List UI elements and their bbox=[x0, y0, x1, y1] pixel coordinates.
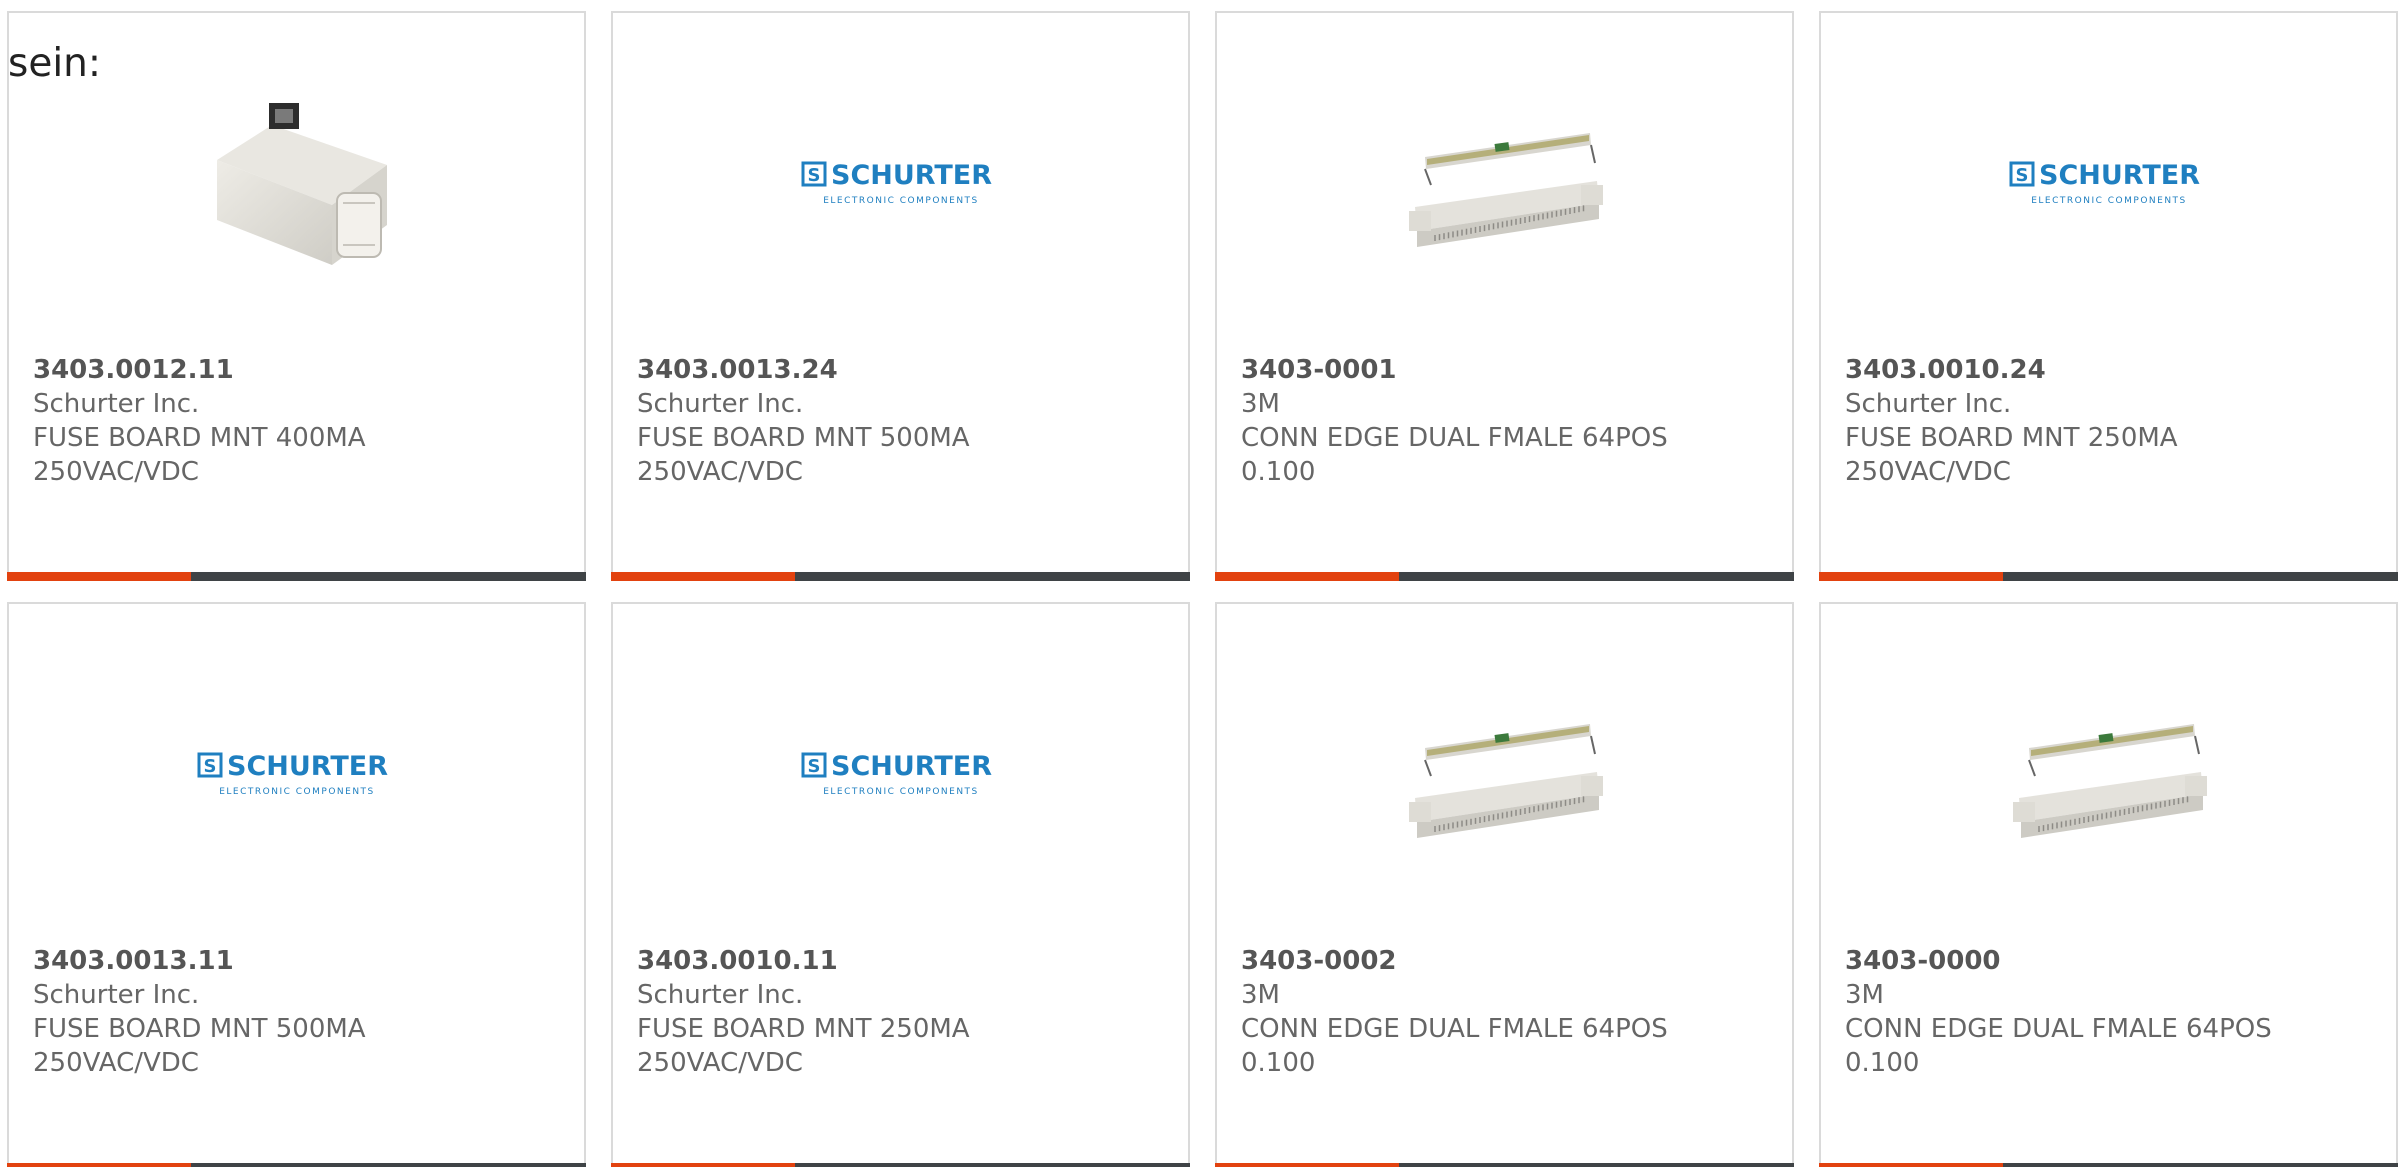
fuse-icon bbox=[216, 103, 387, 265]
connector-icon bbox=[1408, 724, 1603, 838]
description-line-2: 0.100 bbox=[1241, 1048, 1316, 1078]
manufacturer: 3M bbox=[1241, 980, 1280, 1010]
card-accent-segment bbox=[1215, 1163, 1399, 1167]
svg-text:S: S bbox=[203, 756, 216, 777]
manufacturer: Schurter Inc. bbox=[637, 980, 804, 1010]
product-results-page: sein: 3403.0012.11 Schurter Inc. FUSE BO… bbox=[0, 0, 2400, 1167]
schurter-logo-icon: S SCHURTER ELECTRONIC COMPONENTS bbox=[2009, 160, 2200, 206]
card-accent-segment bbox=[611, 572, 795, 581]
card-accent-segment bbox=[7, 1163, 191, 1167]
description-line-1: CONN EDGE DUAL FMALE 64POS bbox=[1845, 1014, 2272, 1044]
schurter-logo-icon: S SCHURTER ELECTRONIC COMPONENTS bbox=[801, 160, 992, 206]
manufacturer: Schurter Inc. bbox=[33, 980, 200, 1010]
part-number[interactable]: 3403-0000 bbox=[1845, 944, 2272, 978]
manufacturer: Schurter Inc. bbox=[1845, 389, 2012, 419]
product-image bbox=[197, 85, 397, 285]
description-line-1: CONN EDGE DUAL FMALE 64POS bbox=[1241, 423, 1668, 453]
part-number[interactable]: 3403.0012.11 bbox=[33, 353, 366, 387]
svg-text:ELECTRONIC COMPONENTS: ELECTRONIC COMPONENTS bbox=[823, 196, 979, 206]
svg-text:ELECTRONIC COMPONENTS: ELECTRONIC COMPONENTS bbox=[219, 787, 375, 797]
product-info: 3403.0012.11 Schurter Inc. FUSE BOARD MN… bbox=[33, 353, 366, 489]
card-accent-bar bbox=[1215, 1163, 1794, 1167]
description-line-2: 250VAC/VDC bbox=[33, 457, 199, 487]
product-image: S SCHURTER ELECTRONIC COMPONENTS bbox=[801, 676, 1001, 876]
description-line-2: 250VAC/VDC bbox=[637, 457, 803, 487]
product-image bbox=[1405, 676, 1605, 876]
card-accent-bar bbox=[7, 1163, 586, 1167]
svg-text:SCHURTER: SCHURTER bbox=[831, 751, 992, 782]
card-accent-bar bbox=[611, 1163, 1190, 1167]
card-accent-segment bbox=[1215, 572, 1399, 581]
connector-icon bbox=[2012, 724, 2207, 838]
svg-text:S: S bbox=[807, 756, 820, 777]
description-line-2: 0.100 bbox=[1845, 1048, 1920, 1078]
part-number[interactable]: 3403-0001 bbox=[1241, 353, 1668, 387]
svg-text:SCHURTER: SCHURTER bbox=[227, 751, 388, 782]
product-image: S SCHURTER ELECTRONIC COMPONENTS bbox=[801, 85, 1001, 285]
card-accent-bar bbox=[7, 572, 586, 581]
card-accent-bar bbox=[611, 572, 1190, 581]
product-card[interactable]: S SCHURTER ELECTRONIC COMPONENTS 3403.00… bbox=[7, 602, 586, 1167]
card-accent-segment bbox=[1819, 572, 2003, 581]
svg-text:SCHURTER: SCHURTER bbox=[2039, 160, 2200, 191]
manufacturer: 3M bbox=[1241, 389, 1280, 419]
product-card[interactable]: S SCHURTER ELECTRONIC COMPONENTS 3403.00… bbox=[611, 11, 1190, 581]
product-info: 3403-0000 3M CONN EDGE DUAL FMALE 64POS … bbox=[1845, 944, 2272, 1080]
product-card[interactable]: S SCHURTER ELECTRONIC COMPONENTS 3403.00… bbox=[1819, 11, 2398, 581]
description-line-2: 0.100 bbox=[1241, 457, 1316, 487]
svg-text:S: S bbox=[807, 165, 820, 186]
connector-icon bbox=[1408, 133, 1603, 247]
svg-text:SCHURTER: SCHURTER bbox=[831, 160, 992, 191]
product-card[interactable]: S SCHURTER ELECTRONIC COMPONENTS 3403.00… bbox=[611, 602, 1190, 1167]
product-image: S SCHURTER ELECTRONIC COMPONENTS bbox=[197, 676, 397, 876]
description-line-2: 250VAC/VDC bbox=[1845, 457, 2011, 487]
svg-text:S: S bbox=[2015, 165, 2028, 186]
part-number[interactable]: 3403.0010.24 bbox=[1845, 353, 2178, 387]
description-line-1: FUSE BOARD MNT 500MA bbox=[637, 423, 970, 453]
schurter-logo-icon: S SCHURTER ELECTRONIC COMPONENTS bbox=[197, 751, 388, 797]
schurter-logo-icon: S SCHURTER ELECTRONIC COMPONENTS bbox=[801, 751, 992, 797]
description-line-2: 250VAC/VDC bbox=[637, 1048, 803, 1078]
part-number[interactable]: 3403.0013.24 bbox=[637, 353, 970, 387]
product-info: 3403.0013.24 Schurter Inc. FUSE BOARD MN… bbox=[637, 353, 970, 489]
svg-text:ELECTRONIC COMPONENTS: ELECTRONIC COMPONENTS bbox=[2031, 196, 2187, 206]
card-accent-segment bbox=[1819, 1163, 2003, 1167]
product-info: 3403.0010.11 Schurter Inc. FUSE BOARD MN… bbox=[637, 944, 970, 1080]
card-accent-segment bbox=[7, 572, 191, 581]
product-info: 3403-0001 3M CONN EDGE DUAL FMALE 64POS … bbox=[1241, 353, 1668, 489]
description-line-1: FUSE BOARD MNT 400MA bbox=[33, 423, 366, 453]
product-card[interactable]: 3403.0012.11 Schurter Inc. FUSE BOARD MN… bbox=[7, 11, 586, 581]
intro-text: sein: bbox=[8, 41, 102, 86]
svg-text:ELECTRONIC COMPONENTS: ELECTRONIC COMPONENTS bbox=[823, 787, 979, 797]
card-accent-segment bbox=[611, 1163, 795, 1167]
product-info: 3403-0002 3M CONN EDGE DUAL FMALE 64POS … bbox=[1241, 944, 1668, 1080]
card-accent-bar bbox=[1819, 572, 2398, 581]
product-image: S SCHURTER ELECTRONIC COMPONENTS bbox=[2009, 85, 2209, 285]
manufacturer: 3M bbox=[1845, 980, 1884, 1010]
product-image bbox=[1405, 85, 1605, 285]
card-accent-bar bbox=[1215, 572, 1794, 581]
product-grid: 3403.0012.11 Schurter Inc. FUSE BOARD MN… bbox=[7, 11, 2400, 1167]
description-line-1: FUSE BOARD MNT 250MA bbox=[1845, 423, 2178, 453]
card-accent-bar bbox=[1819, 1163, 2398, 1167]
description-line-2: 250VAC/VDC bbox=[33, 1048, 199, 1078]
part-number[interactable]: 3403-0002 bbox=[1241, 944, 1668, 978]
manufacturer: Schurter Inc. bbox=[637, 389, 804, 419]
description-line-1: CONN EDGE DUAL FMALE 64POS bbox=[1241, 1014, 1668, 1044]
product-image bbox=[2009, 676, 2209, 876]
product-card[interactable]: 3403-0000 3M CONN EDGE DUAL FMALE 64POS … bbox=[1819, 602, 2398, 1167]
description-line-1: FUSE BOARD MNT 500MA bbox=[33, 1014, 366, 1044]
part-number[interactable]: 3403.0010.11 bbox=[637, 944, 970, 978]
part-number[interactable]: 3403.0013.11 bbox=[33, 944, 366, 978]
product-card[interactable]: 3403-0001 3M CONN EDGE DUAL FMALE 64POS … bbox=[1215, 11, 1794, 581]
manufacturer: Schurter Inc. bbox=[33, 389, 200, 419]
product-info: 3403.0010.24 Schurter Inc. FUSE BOARD MN… bbox=[1845, 353, 2178, 489]
product-card[interactable]: 3403-0002 3M CONN EDGE DUAL FMALE 64POS … bbox=[1215, 602, 1794, 1167]
description-line-1: FUSE BOARD MNT 250MA bbox=[637, 1014, 970, 1044]
product-info: 3403.0013.11 Schurter Inc. FUSE BOARD MN… bbox=[33, 944, 366, 1080]
